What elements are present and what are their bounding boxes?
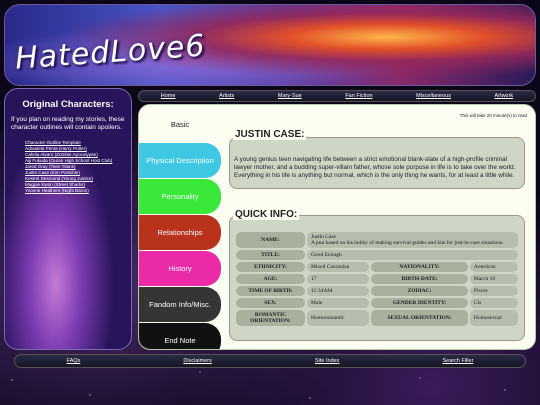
tab-relationships[interactable]: Relationships <box>139 215 221 250</box>
romantic-orientation-label: ROMANTIC ORIENTATION: <box>236 310 305 326</box>
section-tabs: Basic Physical Description Personality R… <box>139 105 221 349</box>
main-content: Basic Physical Description Personality R… <box>138 104 536 350</box>
sidebar-intro: If you plan on reading my stories, these… <box>11 116 125 131</box>
zodiac-label: ZODIAC: <box>371 286 468 296</box>
top-navigation: Home Artists Mary-Sue Fan Fiction Miscel… <box>138 90 536 102</box>
name-label: NAME: <box>236 232 305 248</box>
romantic-orientation-value: Homoromantic <box>307 310 370 326</box>
site-banner: HatedLove6 <box>4 4 536 86</box>
table-row: NAME: Justin Case A pun based on his hob… <box>236 232 518 248</box>
character-list: Character Outline Template Adrastela Pen… <box>11 140 125 194</box>
title-label: TITLE: <box>236 250 305 260</box>
footer-link-faqs[interactable]: FAQs <box>67 358 81 364</box>
quick-info-title: QUICK INFO: <box>233 209 300 220</box>
birth-date-label: BIRTH-DATE: <box>371 274 468 284</box>
table-row: ETHNICITY: Mixed Caucasian NATIONALITY: … <box>236 262 518 272</box>
site-logo: HatedLove6 <box>14 28 207 77</box>
table-row: AGE: 17 BIRTH-DATE: March 10 <box>236 274 518 284</box>
age-value: 17 <box>307 274 370 284</box>
table-row: ROMANTIC ORIENTATION: Homoromantic SEXUA… <box>236 310 518 326</box>
nav-link-home[interactable]: Home <box>161 93 176 99</box>
ethnicity-label: ETHNICITY: <box>236 262 305 272</box>
table-row: SEX: Male GENDER IDENTITY: Cis <box>236 298 518 308</box>
nav-link-fan-fiction[interactable]: Fan Fiction <box>345 93 372 99</box>
tab-personality[interactable]: Personality <box>139 179 221 214</box>
sex-label: SEX: <box>236 298 305 308</box>
table-row: TIME OF BIRTH: 11:34AM ZODIAC: Pisces <box>236 286 518 296</box>
sidebar-heading: Original Characters: <box>22 99 114 110</box>
sexual-orientation-label: SEXUAL ORIENTATION: <box>371 310 468 326</box>
character-description: A young genius teen navigating life betw… <box>234 156 516 179</box>
table-row: TITLE: Good Enough <box>236 250 518 260</box>
nav-link-artists[interactable]: Artists <box>219 93 234 99</box>
footer-link-search-filler[interactable]: Search Filler <box>443 358 474 364</box>
footer-navigation: FAQs Disclaimers Site Index Search Fille… <box>14 354 526 368</box>
name-note: A pun based on his hobby of making survi… <box>311 240 504 246</box>
tab-end-note[interactable]: End Note <box>139 323 221 349</box>
quick-info-table: NAME: Justin Case A pun based on his hob… <box>234 230 520 328</box>
time-of-birth-label: TIME OF BIRTH: <box>236 286 305 296</box>
birth-date-value: March 10 <box>469 274 518 284</box>
footer-link-site-index[interactable]: Site Index <box>315 358 339 364</box>
read-time-note: This will take 20 minute(s) to read <box>459 113 527 118</box>
title-value: Good Enough <box>307 250 518 260</box>
tab-fandom-info[interactable]: Fandom Info/Misc. <box>139 287 221 322</box>
age-label: AGE: <box>236 274 305 284</box>
name-value: Justin Case A pun based on his hobby of … <box>307 232 518 248</box>
tab-basic[interactable]: Basic <box>139 107 221 142</box>
description-box: A young genius teen navigating life betw… <box>229 137 525 189</box>
sexual-orientation-value: Homosexual <box>469 310 518 326</box>
nationality-label: NATIONALITY: <box>371 262 468 272</box>
nav-link-mary-sue[interactable]: Mary-Sue <box>278 93 302 99</box>
zodiac-value: Pisces <box>469 286 518 296</box>
nav-link-miscellaneous[interactable]: Miscellaneous <box>416 93 451 99</box>
nationality-value: American <box>469 262 518 272</box>
tab-history[interactable]: History <box>139 251 221 286</box>
time-of-birth-value: 11:34AM <box>307 286 370 296</box>
left-sidebar: Original Characters: If you plan on read… <box>4 88 132 350</box>
gender-identity-label: GENDER IDENTITY: <box>371 298 468 308</box>
nav-link-artwork[interactable]: Artwork <box>495 93 514 99</box>
character-link[interactable]: Yvonne Heathers (Night Baron) <box>25 188 125 194</box>
gender-identity-value: Cis <box>469 298 518 308</box>
footer-link-disclaimers[interactable]: Disclaimers <box>183 358 211 364</box>
quick-info-box: NAME: Justin Case A pun based on his hob… <box>229 215 525 341</box>
tab-physical-description[interactable]: Physical Description <box>139 143 221 178</box>
ethnicity-value: Mixed Caucasian <box>307 262 370 272</box>
sex-value: Male <box>307 298 370 308</box>
character-title: JUSTIN CASE: <box>233 129 307 140</box>
